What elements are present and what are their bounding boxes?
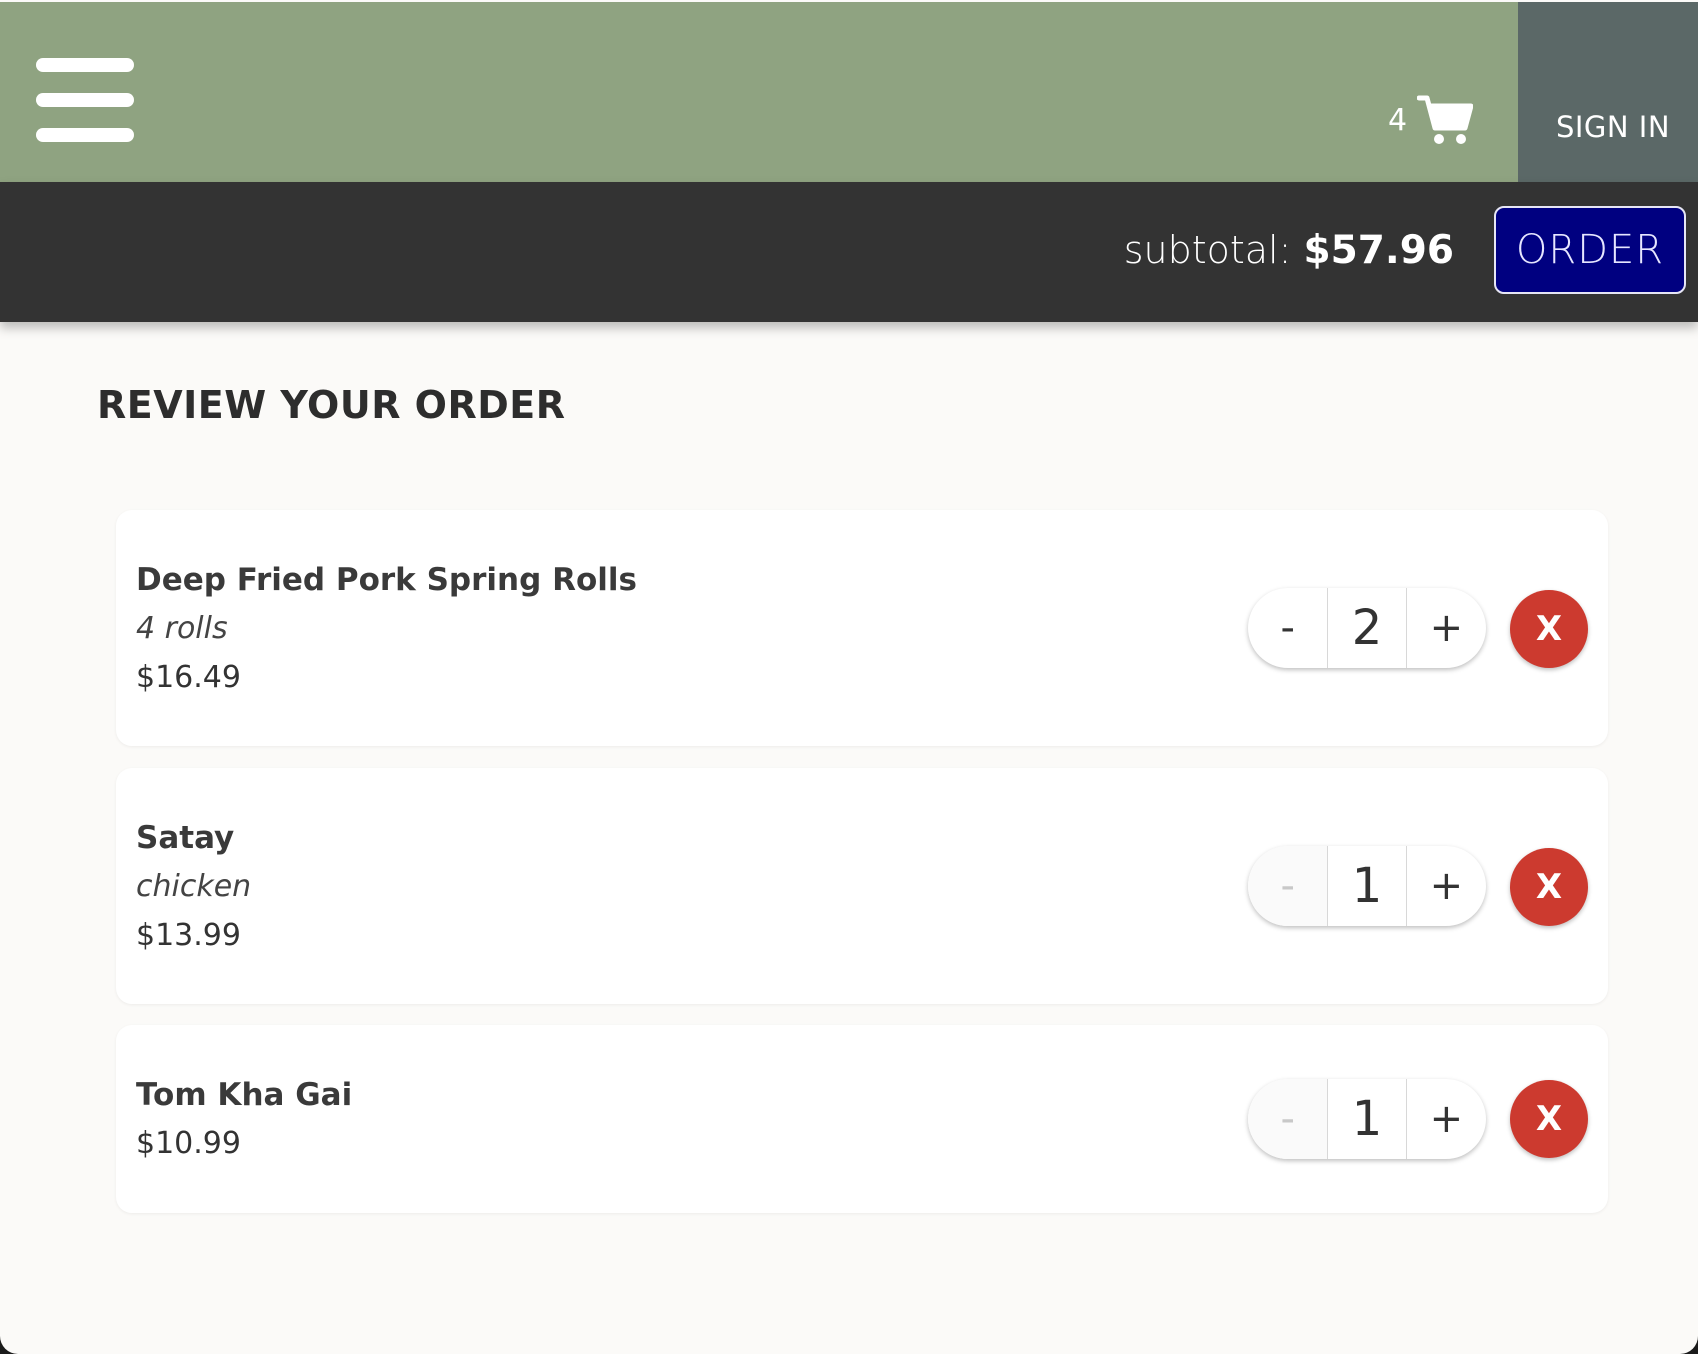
subtotal-value: $57.96	[1303, 228, 1455, 273]
decrease-quantity-button[interactable]: -	[1248, 1079, 1328, 1159]
order-item-card: Satay chicken $13.99 - 1 + X	[116, 768, 1608, 1004]
item-price: $16.49	[136, 660, 241, 695]
hamburger-menu-icon[interactable]	[36, 58, 134, 144]
remove-item-button[interactable]: X	[1510, 848, 1588, 926]
top-header: 4 SIGN IN	[0, 2, 1698, 182]
sign-in-button[interactable]: SIGN IN	[1518, 2, 1698, 182]
item-name: Deep Fried Pork Spring Rolls	[136, 562, 637, 598]
remove-item-button[interactable]: X	[1510, 1080, 1588, 1158]
quantity-stepper: - 1 +	[1248, 846, 1486, 926]
quantity-value: 1	[1327, 1079, 1407, 1159]
cart-count: 4	[1388, 102, 1408, 138]
decrease-quantity-button[interactable]: -	[1248, 846, 1328, 926]
menu-line	[36, 128, 134, 142]
menu-line	[36, 93, 134, 107]
quantity-value: 2	[1327, 588, 1407, 668]
page-title: REVIEW YOUR ORDER	[97, 383, 566, 427]
order-bar: subtotal: $57.96 ORDER	[0, 182, 1698, 322]
quantity-stepper: - 2 +	[1248, 588, 1486, 668]
order-button[interactable]: ORDER	[1494, 206, 1686, 294]
item-name: Satay	[136, 820, 235, 856]
item-price: $10.99	[136, 1126, 241, 1161]
order-item-card: Tom Kha Gai $10.99 - 1 + X	[116, 1025, 1608, 1213]
quantity-value: 1	[1327, 846, 1407, 926]
decrease-quantity-button[interactable]: -	[1248, 588, 1327, 668]
order-item-card: Deep Fried Pork Spring Rolls 4 rolls $16…	[116, 510, 1608, 746]
subtotal: subtotal: $57.96	[1124, 228, 1454, 273]
increase-quantity-button[interactable]: +	[1407, 846, 1486, 926]
increase-quantity-button[interactable]: +	[1407, 1079, 1486, 1159]
quantity-stepper: - 1 +	[1248, 1079, 1486, 1159]
sign-in-label: SIGN IN	[1555, 110, 1671, 144]
shopping-cart-icon	[1417, 95, 1474, 144]
item-variant: 4 rolls	[136, 611, 228, 646]
menu-line	[36, 58, 134, 72]
app-screen: 4 SIGN IN subtotal: $57.96 ORDER REVIEW …	[0, 0, 1698, 1354]
item-name: Tom Kha Gai	[136, 1077, 353, 1113]
item-price: $13.99	[136, 918, 241, 953]
cart-button[interactable]: 4	[1388, 92, 1474, 148]
item-variant: chicken	[136, 869, 252, 904]
remove-item-button[interactable]: X	[1510, 590, 1588, 668]
subtotal-label: subtotal:	[1123, 228, 1292, 272]
increase-quantity-button[interactable]: +	[1407, 588, 1486, 668]
